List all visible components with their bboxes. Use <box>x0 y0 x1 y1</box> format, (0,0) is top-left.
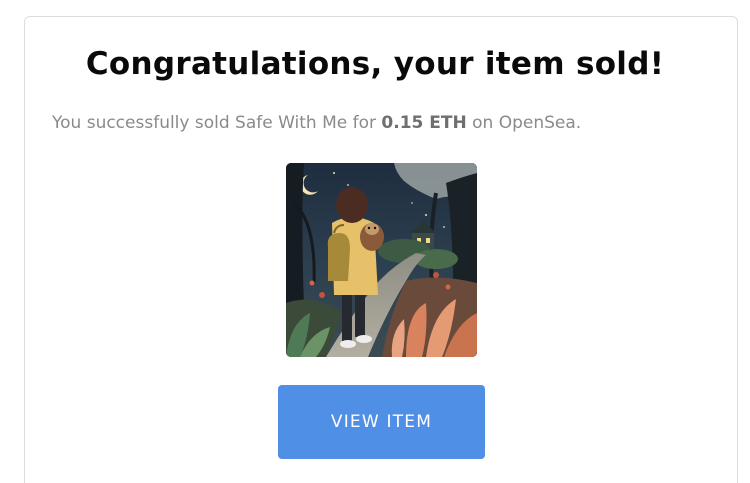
sale-description: You successfully sold Safe With Me for 0… <box>52 113 581 133</box>
sale-price: 0.15 ETH <box>381 113 467 133</box>
page-title: Congratulations, your item sold! <box>85 46 665 82</box>
sale-description-suffix: on OpenSea. <box>466 113 582 133</box>
nft-artwork-image <box>286 163 477 357</box>
sale-description-prefix: You successfully sold Safe With Me for <box>52 113 382 133</box>
view-item-button[interactable]: VIEW ITEM <box>278 385 485 459</box>
email-page: Congratulations, your item sold! You suc… <box>0 0 750 483</box>
item-artwork-image[interactable] <box>286 163 477 357</box>
